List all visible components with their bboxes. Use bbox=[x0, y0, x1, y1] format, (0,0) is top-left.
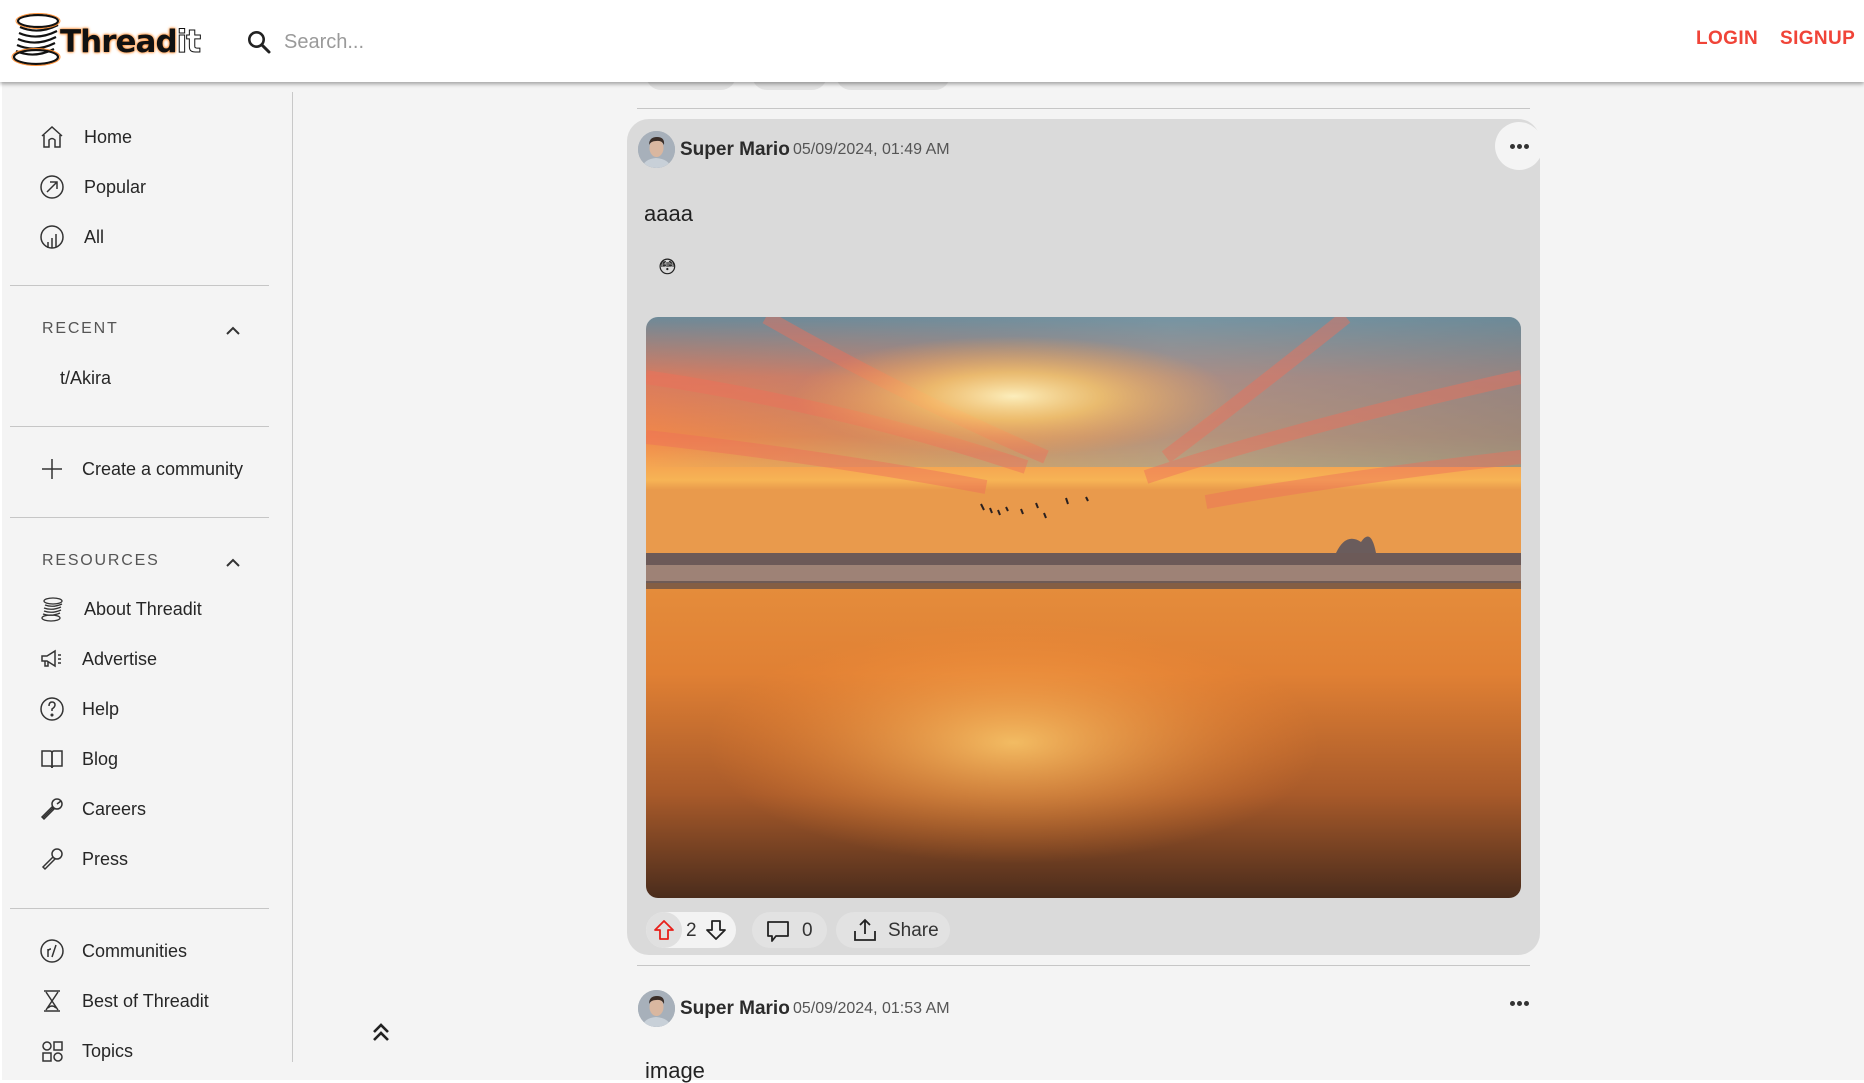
sidebar-item-careers[interactable]: Careers bbox=[38, 792, 146, 826]
sidebar-item-all[interactable]: All bbox=[38, 220, 104, 254]
search-icon bbox=[248, 31, 271, 54]
sidebar-item-help[interactable]: Help bbox=[38, 692, 119, 726]
sidebar-item-press[interactable]: Press bbox=[38, 842, 128, 876]
sidebar-item-blog[interactable]: Blog bbox=[38, 742, 118, 776]
left-sidebar: Home Popular All RECENT t/Akira Create a… bbox=[2, 82, 292, 1062]
sidebar-item-label: Home bbox=[84, 126, 133, 147]
sidebar-item-label: Create a community bbox=[82, 458, 244, 479]
login-button[interactable]: LOGIN bbox=[1696, 28, 1758, 50]
post-image[interactable] bbox=[646, 317, 1521, 898]
hourglass-icon bbox=[38, 987, 66, 1015]
sidebar-item-best-of-threadit[interactable]: Best of Threadit bbox=[38, 984, 209, 1018]
recent-item-akira[interactable]: t/Akira bbox=[60, 368, 111, 389]
vote-count: 2 bbox=[686, 920, 697, 941]
sidebar-item-communities[interactable]: Communities bbox=[38, 934, 187, 968]
share-upload-icon bbox=[854, 918, 876, 941]
sidebar-divider bbox=[10, 285, 269, 286]
home-icon bbox=[38, 123, 66, 151]
post-card[interactable]: Super Mario 05/09/2024, 01:49 AM aaaa 😳 bbox=[627, 119, 1543, 955]
post-title: image bbox=[645, 1058, 705, 1083]
comments-button[interactable]: 0 bbox=[752, 912, 827, 948]
sidebar-item-popular[interactable]: Popular bbox=[38, 170, 146, 204]
author-avatar[interactable] bbox=[638, 131, 675, 168]
sidebar-item-label: Best of Threadit bbox=[82, 990, 209, 1011]
comment-icon bbox=[767, 921, 789, 942]
sidebar-divider bbox=[10, 908, 269, 909]
sidebar-border bbox=[292, 92, 293, 1062]
sidebar-item-label: Popular bbox=[84, 176, 147, 197]
sidebar-item-label: Press bbox=[82, 848, 129, 869]
upvote-button[interactable] bbox=[646, 912, 682, 948]
post-author[interactable]: Super Mario bbox=[680, 998, 790, 1020]
wrench-icon bbox=[38, 795, 66, 823]
sidebar-divider bbox=[10, 517, 269, 518]
post-divider bbox=[637, 108, 1530, 109]
create-community-button[interactable]: Create a community bbox=[38, 452, 243, 486]
sidebar-divider bbox=[10, 426, 269, 427]
sidebar-item-label: Advertise bbox=[82, 648, 158, 669]
recent-section-heading: RECENT bbox=[42, 320, 119, 337]
sidebar-item-advertise[interactable]: Advertise bbox=[38, 642, 157, 676]
microphone-icon bbox=[38, 845, 66, 873]
sunset-beach-image bbox=[646, 317, 1521, 898]
avatar-portrait-icon bbox=[638, 131, 675, 168]
author-avatar[interactable] bbox=[638, 990, 675, 1027]
post-timestamp: 05/09/2024, 01:49 AM bbox=[793, 141, 950, 158]
post-emoji: 😳 bbox=[658, 257, 677, 277]
chevron-up-icon[interactable] bbox=[224, 554, 242, 572]
vote-pill: 2 bbox=[646, 912, 736, 948]
resources-section-heading: RESOURCES bbox=[42, 552, 160, 569]
double-chevron-up-icon[interactable] bbox=[370, 1022, 392, 1044]
logo-wordmark: Threadit bbox=[60, 24, 202, 61]
sidebar-item-label: All bbox=[84, 226, 105, 247]
more-horizontal-icon bbox=[1509, 143, 1529, 149]
post-divider bbox=[637, 965, 1530, 966]
help-circle-icon bbox=[38, 695, 66, 723]
arrow-up-icon bbox=[654, 920, 674, 940]
search-input[interactable] bbox=[284, 24, 684, 60]
sidebar-item-label: Communities bbox=[82, 940, 188, 961]
book-icon bbox=[38, 745, 66, 773]
sidebar-item-label: Blog bbox=[82, 748, 119, 769]
post-more-options-button[interactable] bbox=[1495, 979, 1543, 1027]
comment-count: 0 bbox=[802, 920, 813, 941]
sidebar-item-label: Topics bbox=[82, 1040, 134, 1061]
signup-button[interactable]: SIGNUP bbox=[1780, 28, 1855, 50]
post-timestamp: 05/09/2024, 01:53 AM bbox=[793, 1000, 950, 1017]
plus-icon bbox=[38, 455, 66, 483]
threadit-logo[interactable]: Threadit bbox=[10, 12, 202, 68]
topics-grid-icon bbox=[38, 1037, 66, 1065]
avatar-portrait-icon bbox=[638, 990, 675, 1027]
megaphone-icon bbox=[38, 645, 66, 673]
share-label: Share bbox=[888, 920, 939, 941]
sidebar-item-label: About Threadit bbox=[84, 598, 202, 619]
sidebar-item-topics[interactable]: Topics bbox=[38, 1034, 133, 1068]
communities-icon bbox=[38, 937, 66, 965]
post-author[interactable]: Super Mario bbox=[680, 139, 790, 161]
post-more-options-button[interactable] bbox=[1495, 122, 1543, 170]
top-header: Threadit LOGIN SIGNUP bbox=[0, 0, 1864, 82]
trending-icon bbox=[38, 173, 66, 201]
more-horizontal-icon bbox=[1509, 1000, 1529, 1006]
share-button[interactable]: Share bbox=[836, 912, 950, 948]
sidebar-item-label: Help bbox=[82, 698, 120, 719]
downvote-button[interactable] bbox=[704, 918, 728, 942]
threadit-spool-icon bbox=[38, 595, 66, 623]
all-chart-icon bbox=[38, 223, 66, 251]
chevron-up-icon[interactable] bbox=[224, 322, 242, 340]
sidebar-item-about-threadit[interactable]: About Threadit bbox=[38, 592, 202, 626]
post-title: aaaa bbox=[644, 201, 693, 226]
sidebar-item-label: Careers bbox=[82, 798, 147, 819]
sidebar-item-home[interactable]: Home bbox=[38, 120, 132, 154]
